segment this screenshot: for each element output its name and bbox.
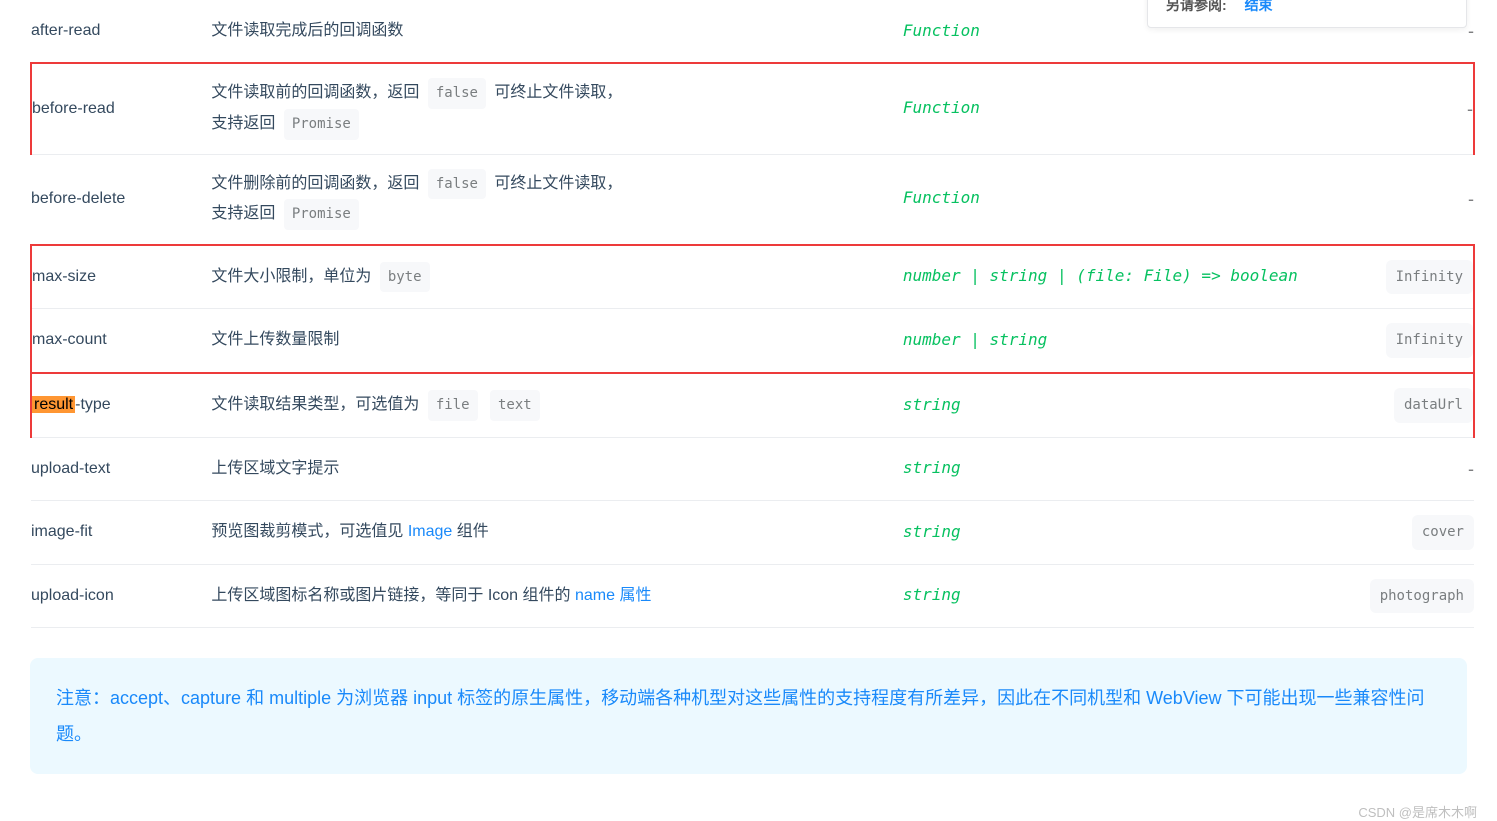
- prop-type: number | string | (file: File) => boolea…: [903, 245, 1324, 309]
- type-text: number | string | (file: File) => boolea…: [903, 266, 1298, 285]
- type-text: Function: [903, 98, 980, 117]
- table-row: max-count文件上传数量限制number | string Infinity: [31, 309, 1474, 373]
- prop-type: string: [903, 564, 1324, 628]
- type-text: string: [903, 522, 961, 541]
- prop-name: image-fit: [31, 500, 211, 564]
- table-row: upload-icon上传区域图标名称或图片链接，等同于 Icon 组件的 na…: [31, 564, 1474, 628]
- inline-code: Promise: [284, 199, 359, 230]
- table-row: result-type文件读取结果类型，可选值为 file textstring…: [31, 373, 1474, 437]
- prop-type: string: [903, 373, 1324, 437]
- type-text: string: [903, 458, 961, 477]
- dash: -: [1468, 189, 1474, 209]
- default-value: photograph: [1370, 579, 1474, 614]
- prop-default: photograph: [1324, 564, 1474, 628]
- prop-name: max-size: [31, 245, 211, 309]
- prop-desc: 上传区域图标名称或图片链接，等同于 Icon 组件的 name 属性: [211, 564, 902, 628]
- prop-type: string: [903, 437, 1324, 500]
- prop-desc: 文件大小限制，单位为 byte: [211, 245, 902, 309]
- doc-link[interactable]: Image: [408, 523, 452, 540]
- prop-default: -: [1324, 437, 1474, 500]
- note-box: 注意：accept、capture 和 multiple 为浏览器 input …: [30, 658, 1467, 774]
- prop-desc: 文件上传数量限制: [211, 309, 902, 373]
- prop-desc: 文件读取前的回调函数，返回 false 可终止文件读取，支持返回 Promise: [211, 63, 902, 154]
- search-highlight: result: [32, 396, 75, 413]
- dash: -: [1467, 99, 1473, 119]
- dash: -: [1468, 459, 1474, 479]
- table-row: before-delete文件删除前的回调函数，返回 false 可终止文件读取…: [31, 154, 1474, 245]
- inline-code: false: [428, 78, 486, 109]
- type-text: Function: [903, 188, 980, 207]
- inline-code: Promise: [284, 109, 359, 140]
- prop-type: Function: [903, 63, 1324, 154]
- type-text: number | string: [903, 330, 1048, 349]
- prop-desc: 文件读取完成后的回调函数: [211, 0, 902, 63]
- type-text: string: [903, 395, 961, 414]
- prop-name: max-count: [31, 309, 211, 373]
- prop-desc: 上传区域文字提示: [211, 437, 902, 500]
- doc-link[interactable]: name 属性: [575, 587, 651, 604]
- prop-name: before-read: [31, 63, 211, 154]
- default-value: Infinity: [1386, 323, 1473, 358]
- see-also-link[interactable]: 结束: [1245, 0, 1273, 13]
- prop-name: result-type: [31, 373, 211, 437]
- inline-code: false: [428, 169, 486, 200]
- prop-default: -: [1324, 154, 1474, 245]
- default-value: dataUrl: [1394, 388, 1473, 423]
- table-row: upload-text上传区域文字提示string -: [31, 437, 1474, 500]
- table-row: before-read文件读取前的回调函数，返回 false 可终止文件读取，支…: [31, 63, 1474, 154]
- type-text: Function: [903, 21, 980, 40]
- prop-name: before-delete: [31, 154, 211, 245]
- props-table: after-read文件读取完成后的回调函数Function-before-re…: [30, 0, 1475, 628]
- prop-default: Infinity: [1324, 245, 1474, 309]
- prop-default: Infinity: [1324, 309, 1474, 373]
- prop-desc: 文件读取结果类型，可选值为 file text: [211, 373, 902, 437]
- prop-type: Function: [903, 154, 1324, 245]
- prop-name: upload-icon: [31, 564, 211, 628]
- type-text: string: [903, 585, 961, 604]
- inline-code: file: [428, 390, 478, 421]
- see-also-card: 另请参阅: 结束: [1147, 0, 1467, 28]
- prop-type: number | string: [903, 309, 1324, 373]
- prop-default: cover: [1324, 500, 1474, 564]
- prop-type: string: [903, 500, 1324, 564]
- prop-desc: 文件删除前的回调函数，返回 false 可终止文件读取，支持返回 Promise: [211, 154, 902, 245]
- dash: -: [1468, 21, 1474, 41]
- default-value: cover: [1412, 515, 1474, 550]
- prop-default: dataUrl: [1324, 373, 1474, 437]
- prop-desc: 预览图裁剪模式，可选值见 Image 组件: [211, 500, 902, 564]
- watermark: CSDN @是席木木啊: [1358, 802, 1477, 821]
- inline-code: text: [490, 390, 540, 421]
- table-row: image-fit预览图裁剪模式，可选值见 Image 组件string cove…: [31, 500, 1474, 564]
- default-value: Infinity: [1386, 260, 1473, 295]
- table-row: max-size文件大小限制，单位为 bytenumber | string |…: [31, 245, 1474, 309]
- prop-default: -: [1324, 63, 1474, 154]
- prop-name: after-read: [31, 0, 211, 63]
- see-also-label: 另请参阅:: [1166, 0, 1227, 13]
- inline-code: byte: [380, 262, 430, 293]
- prop-name: upload-text: [31, 437, 211, 500]
